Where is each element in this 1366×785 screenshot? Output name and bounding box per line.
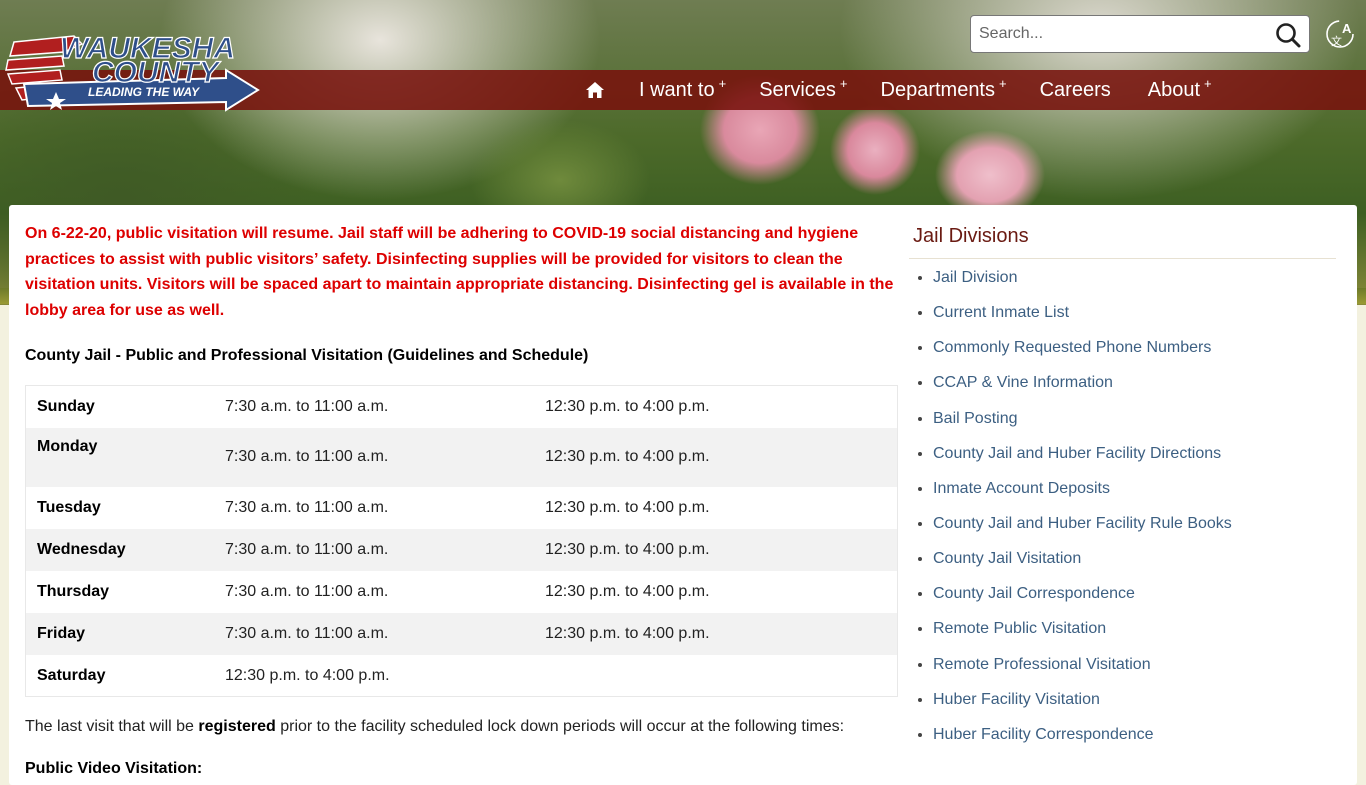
schedule-afternoon: 12:30 p.m. to 4:00 p.m.	[545, 624, 710, 642]
schedule-morning: 7:30 a.m. to 11:00 a.m.	[225, 540, 389, 558]
schedule-afternoon: 12:30 p.m. to 4:00 p.m.	[545, 540, 710, 558]
sidebar-link-account-deposits[interactable]: Inmate Account Deposits	[933, 480, 1110, 497]
sidebar-link-jail-correspondence[interactable]: County Jail Correspondence	[933, 585, 1135, 602]
nav-services[interactable]: Services +	[759, 77, 847, 102]
schedule-afternoon	[534, 655, 898, 697]
sidebar-link-current-inmate-list[interactable]: Current Inmate List	[933, 304, 1069, 321]
nav-i-want-to[interactable]: I want to +	[639, 77, 726, 102]
sidebar-link-huber-correspondence[interactable]: Huber Facility Correspondence	[933, 726, 1154, 743]
sidebar-link-bail-posting[interactable]: Bail Posting	[933, 410, 1018, 427]
home-link[interactable]	[585, 80, 607, 100]
table-row: Wednesday 7:30 a.m. to 11:00 a.m. 12:30 …	[25, 528, 898, 571]
svg-text:文: 文	[1331, 34, 1342, 48]
sidebar-link-ccap-vine[interactable]: CCAP & Vine Information	[933, 374, 1113, 391]
schedule-afternoon: 12:30 p.m. to 4:00 p.m.	[545, 582, 710, 600]
sidebar-link-jail-division[interactable]: Jail Division	[933, 269, 1017, 286]
list-item: County Jail and Huber Facility Rule Book…	[933, 514, 1336, 534]
schedule-morning: 7:30 a.m. to 11:00 a.m.	[225, 498, 389, 516]
content-card: On 6-22-20, public visitation will resum…	[9, 205, 1357, 785]
table-row: Tuesday 7:30 a.m. to 11:00 a.m. 12:30 p.…	[26, 487, 898, 529]
schedule-day: Wednesday	[37, 540, 126, 558]
list-item: Huber Facility Correspondence	[933, 725, 1336, 745]
table-row: Thursday 7:30 a.m. to 11:00 a.m. 12:30 p…	[26, 571, 898, 613]
county-logo[interactable]: WAUKESHA COUNTY LEADING THE WAY	[4, 30, 262, 114]
main-content: On 6-22-20, public visitation will resum…	[25, 221, 898, 780]
schedule-morning: 7:30 a.m. to 11:00 a.m.	[225, 624, 389, 642]
sidebar-link-jail-visitation[interactable]: County Jail Visitation	[933, 550, 1081, 567]
table-row: Monday 7:30 a.m. to 11:00 a.m. 12:30 p.m…	[25, 427, 898, 487]
schedule-morning: 12:30 p.m. to 4:00 p.m.	[225, 666, 390, 684]
visitation-schedule-table: Sunday 7:30 a.m. to 11:00 a.m. 12:30 p.m…	[25, 385, 898, 698]
schedule-day: Sunday	[37, 398, 95, 416]
search-icon	[1276, 23, 1301, 48]
list-item: Commonly Requested Phone Numbers	[933, 338, 1336, 358]
schedule-day: Tuesday	[37, 498, 101, 516]
sidebar-link-facility-directions[interactable]: County Jail and Huber Facility Direction…	[933, 445, 1221, 462]
list-item: Bail Posting	[933, 409, 1336, 429]
main-nav: I want to + Services + Departments + Career…	[585, 70, 1245, 110]
schedule-morning: 7:30 a.m. to 11:00 a.m.	[225, 398, 389, 416]
list-item: County Jail Visitation	[933, 549, 1336, 569]
sidebar-link-remote-public-visitation[interactable]: Remote Public Visitation	[933, 620, 1106, 637]
sidebar-link-remote-professional-visitation[interactable]: Remote Professional Visitation	[933, 656, 1151, 673]
schedule-afternoon: 12:30 p.m. to 4:00 p.m.	[545, 398, 710, 416]
list-item: Jail Division	[933, 268, 1336, 288]
schedule-morning: 7:30 a.m. to 11:00 a.m.	[225, 448, 389, 466]
list-item: Remote Professional Visitation	[933, 655, 1336, 675]
sidebar-links: Jail Division Current Inmate List Common…	[909, 268, 1336, 745]
translate-button[interactable]: 文 A	[1324, 18, 1356, 50]
table-row: Saturday 12:30 p.m. to 4:00 p.m.	[26, 655, 898, 697]
schedule-afternoon: 12:30 p.m. to 4:00 p.m.	[545, 498, 710, 516]
schedule-day: Friday	[37, 624, 86, 642]
table-row: Friday 7:30 a.m. to 11:00 a.m. 12:30 p.m…	[25, 612, 898, 655]
list-item: Inmate Account Deposits	[933, 479, 1336, 499]
last-visit-text: The last visit that will be registered p…	[25, 718, 845, 736]
nav-careers[interactable]: Careers	[1040, 79, 1115, 102]
table-row: Sunday 7:30 a.m. to 11:00 a.m. 12:30 p.m…	[26, 386, 898, 428]
schedule-day: Thursday	[37, 582, 110, 600]
list-item: Current Inmate List	[933, 303, 1336, 323]
county-logo-graphic: WAUKESHA COUNTY LEADING THE WAY	[5, 31, 260, 112]
nav-departments[interactable]: Departments +	[881, 77, 1007, 102]
schedule-day: Saturday	[37, 666, 106, 684]
svg-text:A: A	[1342, 21, 1352, 36]
nav-about[interactable]: About +	[1148, 77, 1212, 102]
list-item: Remote Public Visitation	[933, 619, 1336, 639]
search-button[interactable]	[1275, 22, 1301, 48]
public-video-heading: Public Video Visitation:	[25, 760, 203, 778]
sidebar-link-huber-visitation[interactable]: Huber Facility Visitation	[933, 691, 1100, 708]
list-item: Huber Facility Visitation	[933, 690, 1336, 710]
sidebar-link-phone-numbers[interactable]: Commonly Requested Phone Numbers	[933, 339, 1211, 356]
translate-icon: 文 A	[1326, 20, 1354, 48]
schedule-day: Monday	[37, 437, 98, 455]
logo-tagline: LEADING THE WAY	[88, 85, 200, 99]
list-item: CCAP & Vine Information	[933, 373, 1336, 393]
sidebar: Jail Divisions Jail Division Current Inm…	[909, 221, 1336, 760]
covid-notice: On 6-22-20, public visitation will resum…	[25, 225, 894, 319]
search-box	[970, 15, 1310, 53]
list-item: County Jail Correspondence	[933, 584, 1336, 604]
list-item: County Jail and Huber Facility Direction…	[933, 444, 1336, 464]
search-input[interactable]	[971, 16, 1261, 52]
sidebar-link-rule-books[interactable]: County Jail and Huber Facility Rule Book…	[933, 515, 1232, 532]
home-icon	[586, 82, 604, 98]
schedule-morning: 7:30 a.m. to 11:00 a.m.	[225, 582, 389, 600]
schedule-afternoon: 12:30 p.m. to 4:00 p.m.	[545, 448, 710, 466]
sidebar-title: Jail Divisions	[909, 221, 1336, 259]
schedule-title: County Jail - Public and Professional Vi…	[25, 347, 589, 365]
